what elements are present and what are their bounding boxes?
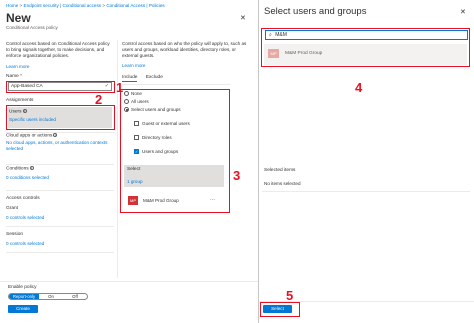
annotation-box-5 bbox=[260, 302, 300, 317]
divider bbox=[6, 226, 114, 227]
selected-items-divider bbox=[262, 191, 470, 192]
annotation-box-4 bbox=[261, 28, 470, 67]
policy-description: Control access based on Conditional Acce… bbox=[6, 41, 110, 58]
select-users-title: Select users and groups bbox=[264, 6, 367, 17]
users-description: Control access based on who the policy w… bbox=[122, 41, 247, 58]
conditions-label: Conditions i bbox=[6, 166, 114, 171]
include-exclude-tabs: Include Exclude bbox=[122, 75, 163, 82]
toggle-report-only[interactable]: Report-only bbox=[9, 294, 39, 299]
blade-shadow bbox=[258, 0, 259, 323]
grant-label: Grant bbox=[6, 206, 18, 211]
annotation-number-4: 4 bbox=[355, 80, 363, 95]
conditions-label-text: Conditions bbox=[6, 166, 29, 172]
breadcrumb-policies[interactable]: Conditional Access | Policies bbox=[106, 3, 164, 8]
cloud-apps-label: Cloud apps or actions i bbox=[6, 133, 114, 138]
cloud-apps-value: No cloud apps, actions, or authenticatio… bbox=[6, 140, 108, 152]
close-icon[interactable]: ✕ bbox=[240, 14, 246, 22]
required-marker: * bbox=[20, 74, 23, 79]
breadcrumb: Home > Endpoint security | Conditional a… bbox=[6, 3, 165, 8]
session-label: Session bbox=[6, 232, 24, 237]
page-subtitle: Conditional Access policy bbox=[6, 25, 58, 30]
session-value: 0 controls selected bbox=[6, 241, 45, 246]
users-learn-more-link[interactable]: Learn more bbox=[122, 63, 146, 68]
footer-divider bbox=[0, 281, 258, 282]
assignments-heading: Assignments bbox=[6, 98, 34, 103]
annotation-number-2: 2 bbox=[95, 92, 103, 107]
conditions-section[interactable]: Conditions i 0 conditions selected bbox=[6, 166, 114, 181]
toggle-on[interactable]: On bbox=[39, 294, 63, 299]
info-icon: i bbox=[29, 166, 34, 170]
access-controls-heading: Access controls bbox=[6, 196, 40, 201]
info-icon: i bbox=[53, 133, 58, 137]
session-section[interactable]: Session 0 controls selected bbox=[6, 232, 114, 247]
tab-exclude[interactable]: Exclude bbox=[146, 75, 163, 80]
breadcrumb-endpoint-security[interactable]: Endpoint security | Conditional access bbox=[24, 3, 102, 8]
grant-value: 0 controls selected bbox=[6, 215, 45, 220]
toggle-off[interactable]: Off bbox=[63, 294, 87, 299]
enable-policy-toggle[interactable]: Report-only On Off bbox=[8, 293, 88, 300]
annotation-box-2 bbox=[6, 105, 115, 130]
page-title: New bbox=[6, 11, 31, 25]
cloud-apps-section[interactable]: Cloud apps or actions i No cloud apps, ac… bbox=[6, 133, 114, 152]
breadcrumb-separator: > bbox=[102, 3, 106, 8]
breadcrumb-separator: > bbox=[19, 3, 23, 8]
cloud-apps-label-text: Cloud apps or actions bbox=[6, 133, 53, 139]
divider bbox=[6, 190, 114, 191]
annotation-number-5: 5 bbox=[286, 288, 294, 303]
name-label: Name * bbox=[6, 74, 22, 79]
grant-section[interactable]: Grant 0 controls selected bbox=[6, 206, 114, 221]
close-icon[interactable]: ✕ bbox=[460, 8, 466, 16]
annotation-number-3: 3 bbox=[233, 168, 241, 183]
create-button[interactable]: Create bbox=[8, 305, 38, 313]
divider bbox=[6, 164, 114, 165]
breadcrumb-home[interactable]: Home bbox=[6, 3, 18, 8]
tab-include[interactable]: Include bbox=[122, 75, 138, 82]
tabs-divider bbox=[122, 84, 230, 85]
annotation-box-3 bbox=[120, 89, 230, 213]
divider bbox=[6, 252, 114, 253]
column-separator bbox=[117, 40, 118, 278]
learn-more-link[interactable]: Learn more bbox=[6, 64, 30, 69]
selected-items-heading: Selected items bbox=[264, 168, 296, 173]
selected-items-empty: No items selected bbox=[264, 181, 301, 186]
name-label-text: Name bbox=[6, 74, 19, 79]
enable-policy-label: Enable policy bbox=[8, 285, 37, 290]
conditions-value: 0 conditions selected bbox=[6, 175, 49, 181]
